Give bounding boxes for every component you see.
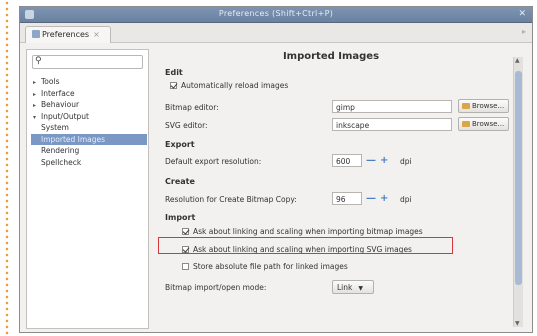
decrement-button[interactable]: — [366,154,376,167]
checkbox-checked[interactable] [182,228,189,235]
increment-button[interactable]: + [380,154,388,167]
bitmap-editor-field[interactable]: gimp [332,100,452,113]
checkbox-checked[interactable] [170,82,177,89]
sidebar: ⚲ ▸ Tools ▸ Interface ▸ Behaviour ▾ Input/Ou… [26,49,149,329]
ask-bitmap-checkbox[interactable]: Ask about linking and scaling when impor… [182,227,423,236]
store-absolute-path-checkbox[interactable]: Store absolute file path for linked imag… [182,262,348,271]
create-heading: Create [165,177,195,186]
sidebar-item-interface[interactable]: ▸ Interface [31,88,147,100]
collapse-icon[interactable]: ▾ [33,112,41,124]
close-icon[interactable]: ✕ [518,9,526,19]
checkbox-unchecked[interactable] [182,263,189,270]
scroll-up-icon[interactable]: ▲ [515,57,520,64]
vertical-scrollbar[interactable]: ▲ ▼ [513,57,523,327]
scroll-down-icon[interactable]: ▼ [515,320,520,327]
preferences-nav-tree: ▸ Tools ▸ Interface ▸ Behaviour ▾ Input/Outp… [31,76,147,168]
sidebar-item-imported-images[interactable]: Imported Images [31,133,147,145]
unit-label: dpi [400,157,412,166]
sidebar-item-tools[interactable]: ▸ Tools [31,76,147,88]
tab-scroll-icon[interactable]: ▸ [522,27,526,36]
settings-panel: Imported Images ▲ ▼ Edit Automatically r… [154,49,525,329]
tab-preferences[interactable]: Preferences × [25,26,111,43]
decrement-button[interactable]: — [366,192,376,205]
bitmap-editor-label: Bitmap editor: [165,103,219,112]
sidebar-item-spellcheck[interactable]: Spellcheck [31,157,147,169]
unit-label: dpi [400,195,412,204]
create-resolution-input[interactable]: 96 [332,192,362,205]
import-mode-select[interactable]: Link ▼ [332,280,374,294]
folder-icon [462,103,470,109]
export-resolution-input[interactable]: 600 [332,154,362,167]
import-mode-label: Bitmap import/open mode: [165,283,267,292]
chevron-down-icon: ▼ [358,285,363,292]
sidebar-item-system[interactable]: System [31,122,147,134]
auto-reload-checkbox[interactable]: Automatically reload images [170,81,288,90]
expand-icon[interactable]: ▸ [33,100,41,112]
tab-close-icon[interactable]: × [93,30,100,39]
tab-strip: Preferences × ▸ [20,23,532,43]
export-resolution-label: Default export resolution: [165,157,262,166]
create-resolution-label: Resolution for Create Bitmap Copy: [165,195,297,204]
edit-heading: Edit [165,68,183,77]
expand-icon[interactable]: ▸ [33,77,41,89]
scrollbar-thumb[interactable] [515,71,522,285]
dotted-border-decoration [3,0,11,336]
preferences-icon [32,30,40,38]
increment-button[interactable]: + [380,192,388,205]
window-title: Preferences (Shift+Ctrl+P) [218,9,334,18]
export-heading: Export [165,140,195,149]
bitmap-browse-button[interactable]: Browse... [458,99,509,113]
import-heading: Import [165,213,196,222]
sidebar-item-rendering[interactable]: Rendering [31,145,147,157]
sidebar-item-input-output[interactable]: ▾ Input/Output [31,111,147,123]
annotation-highlight-box [158,237,453,254]
page-title: Imported Images [282,51,380,62]
svg-editor-field[interactable]: inkscape [332,118,452,131]
search-input[interactable]: ⚲ [32,55,143,69]
title-bar[interactable]: Preferences (Shift+Ctrl+P) ✕ [20,7,532,23]
sidebar-item-behaviour[interactable]: ▸ Behaviour [31,99,147,111]
preferences-window: Preferences (Shift+Ctrl+P) ✕ Preferences… [19,6,533,333]
svg-editor-label: SVG editor: [165,121,208,130]
search-icon: ⚲ [35,56,42,66]
folder-icon [462,121,470,127]
tab-label: Preferences [42,30,90,39]
svg-browse-button[interactable]: Browse... [458,117,509,131]
